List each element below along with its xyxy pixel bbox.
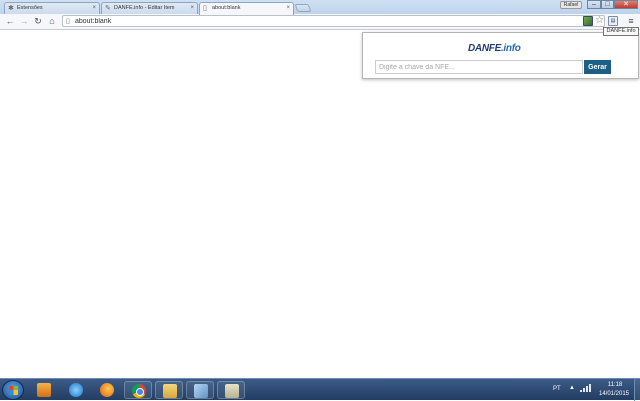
page-icon: ▯ — [66, 18, 70, 25]
taskbar: PT ▲ 11:18 14/01/2015 — [0, 378, 640, 401]
extension-tooltip: DANFE.info — [603, 27, 639, 36]
reload-icon[interactable]: ↻ — [32, 15, 44, 27]
new-tab-button[interactable] — [294, 4, 312, 12]
back-arrow-icon[interactable]: ← — [4, 15, 16, 27]
logo-suffix: .info — [500, 43, 521, 54]
danfe-logo: DANFE.info — [468, 43, 521, 54]
minimize-button[interactable]: – — [587, 0, 601, 9]
logo-main: DANFE — [468, 43, 501, 54]
tab-danfe-edit[interactable]: ✎ DANFE.info - Editar Item × — [101, 2, 198, 14]
clock-date[interactable]: 14/01/2015 — [597, 391, 631, 397]
nfe-key-input[interactable] — [375, 60, 583, 74]
address-input[interactable] — [75, 16, 575, 26]
show-desktop-button[interactable] — [634, 379, 640, 401]
browser-toolbar: ← → ↻ ⌂ ▯ ☆ ▤ ≡ — [0, 14, 640, 30]
firefox-icon[interactable] — [93, 381, 121, 399]
media-player-icon[interactable] — [30, 381, 58, 399]
windows-logo-icon — [9, 386, 18, 395]
close-window-button[interactable]: ✕ — [614, 0, 638, 9]
maximize-button[interactable]: □ — [601, 0, 614, 9]
address-bar[interactable]: ▯ — [62, 15, 605, 27]
tab-title: DANFE.info - Editar Item — [114, 5, 175, 11]
app-icon[interactable] — [217, 381, 245, 399]
chrome-icon[interactable] — [124, 381, 152, 399]
tab-close-icon[interactable]: × — [190, 3, 194, 14]
danfe-extension-icon[interactable]: ▤ — [608, 16, 618, 26]
file-explorer-icon[interactable] — [155, 381, 183, 399]
title-bar: ✱ Extensões × ✎ DANFE.info - Editar Item… — [0, 0, 640, 15]
tab-extensions[interactable]: ✱ Extensões × — [4, 2, 100, 14]
tab-title: about:blank — [212, 5, 241, 11]
forward-arrow-icon[interactable]: → — [18, 15, 30, 27]
start-button[interactable] — [2, 380, 24, 400]
home-icon[interactable]: ⌂ — [46, 15, 58, 27]
tab-about-blank[interactable]: ▯ about:blank × — [199, 2, 294, 15]
bookmark-star-icon[interactable]: ☆ — [595, 16, 605, 26]
user-profile-badge[interactable]: Rafael — [560, 1, 582, 9]
generate-button[interactable]: Gerar — [584, 60, 611, 74]
page-icon: ▯ — [203, 5, 207, 12]
window-icon[interactable] — [186, 381, 214, 399]
language-indicator[interactable]: PT — [553, 386, 561, 392]
tab-close-icon[interactable]: × — [92, 3, 96, 14]
danfe-popup: DANFE.info Gerar — [362, 32, 639, 79]
menu-icon[interactable]: ≡ — [626, 16, 636, 26]
tray-expand-icon[interactable]: ▲ — [569, 385, 575, 391]
tab-close-icon[interactable]: × — [286, 3, 290, 14]
internet-explorer-icon[interactable] — [62, 381, 90, 399]
image-extension-icon[interactable] — [583, 16, 593, 26]
edit-icon: ✎ — [105, 5, 111, 12]
puzzle-icon: ✱ — [8, 5, 14, 12]
network-signal-icon[interactable] — [580, 384, 591, 392]
clock-time[interactable]: 11:18 — [604, 382, 626, 388]
tab-title: Extensões — [17, 5, 43, 11]
